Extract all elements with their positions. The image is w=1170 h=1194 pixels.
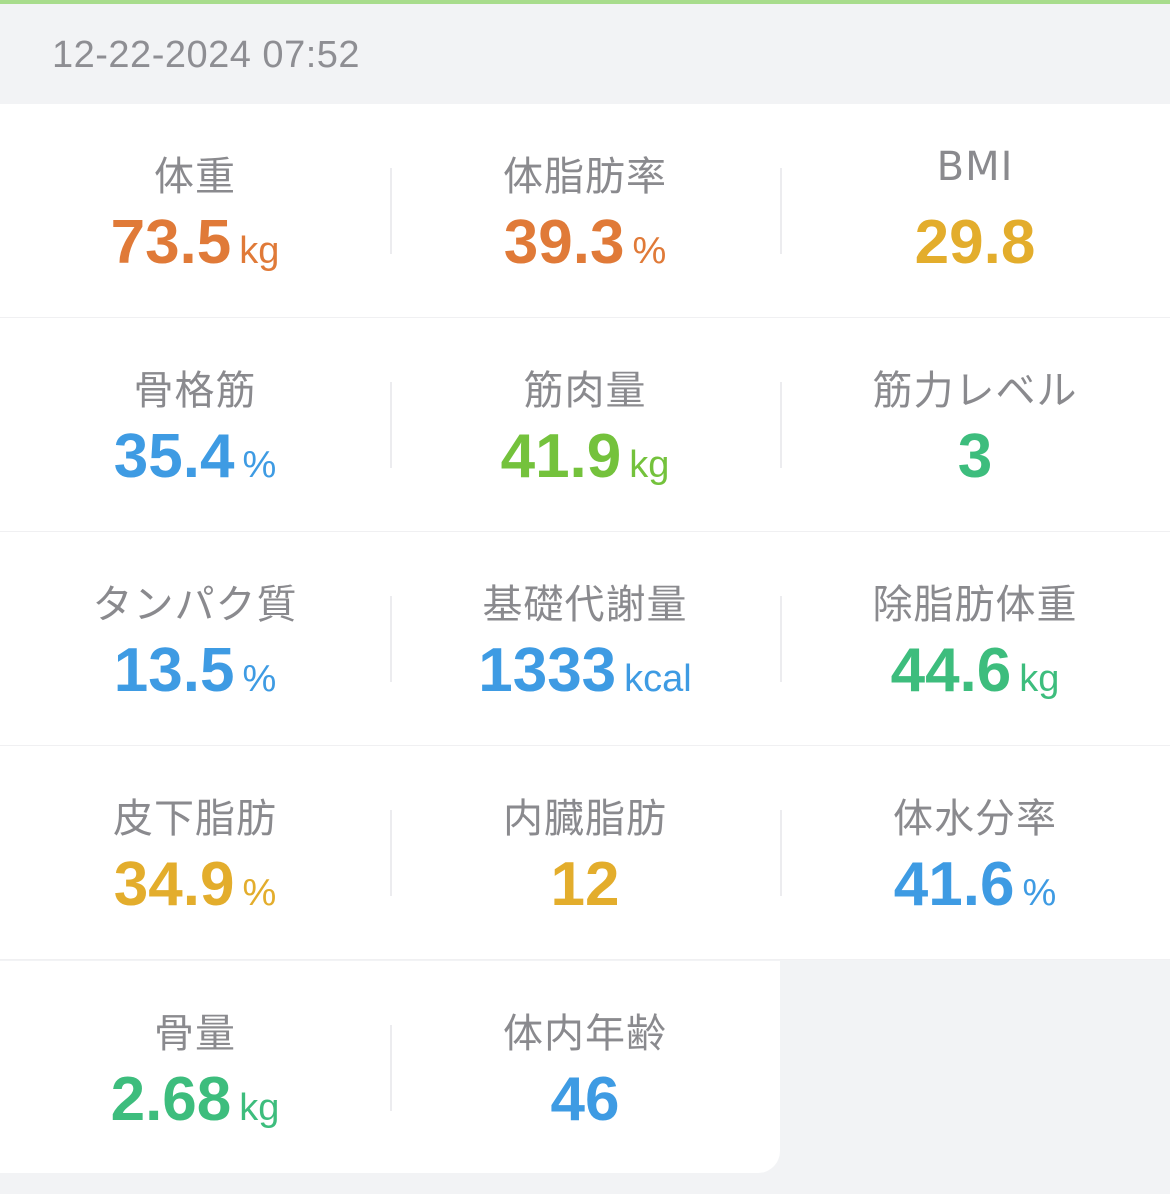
metrics-row: タンパク質 13.5% 基礎代謝量 1333 kcal 除脂肪体重 44.6 kg <box>0 532 1170 746</box>
metric-unit: kg <box>239 230 280 272</box>
metric-body-water[interactable]: 体水分率 41.6% <box>780 746 1170 960</box>
metric-label: 体水分率 <box>893 796 1057 842</box>
metric-value: 12 <box>550 850 620 919</box>
metric-value: 44.6 <box>890 636 1012 705</box>
metric-value: 41.6 <box>893 850 1015 919</box>
metrics-row: 皮下脂肪 34.9% 内臓脂肪 12 体水分率 41.6% <box>0 746 1170 960</box>
metric-subcutaneous-fat[interactable]: 皮下脂肪 34.9% <box>0 746 390 960</box>
metric-label: 体重 <box>154 154 236 200</box>
metric-value-line: 73.5 kg <box>0 208 390 294</box>
metrics-grid: 体重 73.5kg 体脂肪率 39.3% BMI 29.8 骨格筋 35.4% <box>0 104 1170 1173</box>
metric-value-line: 35.4% <box>0 422 390 508</box>
metric-label: 筋力レベル <box>872 368 1078 414</box>
metric-label: 体内年齢 <box>503 1011 667 1057</box>
metric-label: 筋肉量 <box>523 368 647 414</box>
metric-bmi[interactable]: BMI 29.8 <box>780 104 1170 318</box>
metric-value: 41.9 <box>500 422 622 491</box>
record-header: 12-22-2024 07:52 <box>0 4 1170 104</box>
metric-value-line: 29.8 <box>780 208 1170 294</box>
metric-unit: % <box>1022 872 1057 914</box>
metric-unit: % <box>632 230 667 272</box>
metric-value-line: 44.6 kg <box>780 636 1170 722</box>
metric-muscle-mass[interactable]: 筋肉量 41.9 kg <box>390 318 780 532</box>
metric-value: 1333 <box>478 636 617 705</box>
metric-visceral-fat[interactable]: 内臓脂肪 12 <box>390 746 780 960</box>
measurement-timestamp: 12-22-2024 07:52 <box>52 34 361 76</box>
metric-label: 骨格筋 <box>133 368 257 414</box>
metrics-row: 骨量 2.68 kg 体内年齢 46 <box>0 961 780 1173</box>
metrics-row: 体重 73.5 kg 体脂肪率 39.3% BMI 29.8 <box>0 104 1170 318</box>
metric-label: BMI <box>936 144 1014 190</box>
metric-unit: kcal <box>624 658 692 700</box>
metric-value-line: 2.68 kg <box>0 1065 390 1151</box>
metric-skeletal-muscle[interactable]: 骨格筋 35.4% <box>0 318 390 532</box>
metric-label: 基礎代謝量 <box>482 582 688 628</box>
metric-value-line: 12 <box>390 850 780 936</box>
metric-value-line: 1333 kcal <box>390 636 780 722</box>
metric-value-line: 3 <box>780 422 1170 508</box>
metric-unit: % <box>242 444 277 486</box>
metric-value-line: 34.9% <box>0 850 390 936</box>
metric-value: 2.68 <box>110 1065 232 1134</box>
metric-value-line: 41.9 kg <box>390 422 780 508</box>
metric-label: 体脂肪率 <box>503 154 667 200</box>
metric-bone-mass[interactable]: 骨量 2.68 kg <box>0 961 390 1175</box>
metric-value: 39.3 <box>503 208 625 277</box>
metric-value-line: 46 <box>390 1065 780 1151</box>
metric-body-age[interactable]: 体内年齢 46 <box>390 961 780 1175</box>
metric-value: 29.8 <box>914 208 1036 277</box>
metric-label: 皮下脂肪 <box>113 796 277 842</box>
metric-value: 34.9 <box>113 850 235 919</box>
metric-value: 46 <box>550 1065 620 1134</box>
metric-basal-metabolism[interactable]: 基礎代謝量 1333 kcal <box>390 532 780 746</box>
metric-lean-body-mass[interactable]: 除脂肪体重 44.6 kg <box>780 532 1170 746</box>
metric-unit: % <box>242 872 277 914</box>
metric-label: 除脂肪体重 <box>872 582 1078 628</box>
metric-protein[interactable]: タンパク質 13.5% <box>0 532 390 746</box>
metric-strength-level[interactable]: 筋力レベル 3 <box>780 318 1170 532</box>
metric-value: 73.5 <box>110 208 232 277</box>
metric-value: 13.5 <box>113 636 235 705</box>
metric-unit: kg <box>629 444 670 486</box>
metric-value-line: 13.5% <box>0 636 390 722</box>
metric-label: 内臓脂肪 <box>503 796 667 842</box>
metrics-row: 骨格筋 35.4% 筋肉量 41.9 kg 筋力レベル 3 <box>0 318 1170 532</box>
metric-body-fat-rate[interactable]: 体脂肪率 39.3% <box>390 104 780 318</box>
metric-label: タンパク質 <box>92 582 298 628</box>
metric-unit: % <box>242 658 277 700</box>
metric-value: 35.4 <box>113 422 235 491</box>
metric-value-line: 41.6% <box>780 850 1170 936</box>
metric-label: 骨量 <box>154 1011 236 1057</box>
metric-unit: kg <box>1019 658 1060 700</box>
metric-weight[interactable]: 体重 73.5 kg <box>0 104 390 318</box>
metric-value: 3 <box>957 422 993 491</box>
metric-unit: kg <box>239 1087 280 1129</box>
metric-value-line: 39.3% <box>390 208 780 294</box>
